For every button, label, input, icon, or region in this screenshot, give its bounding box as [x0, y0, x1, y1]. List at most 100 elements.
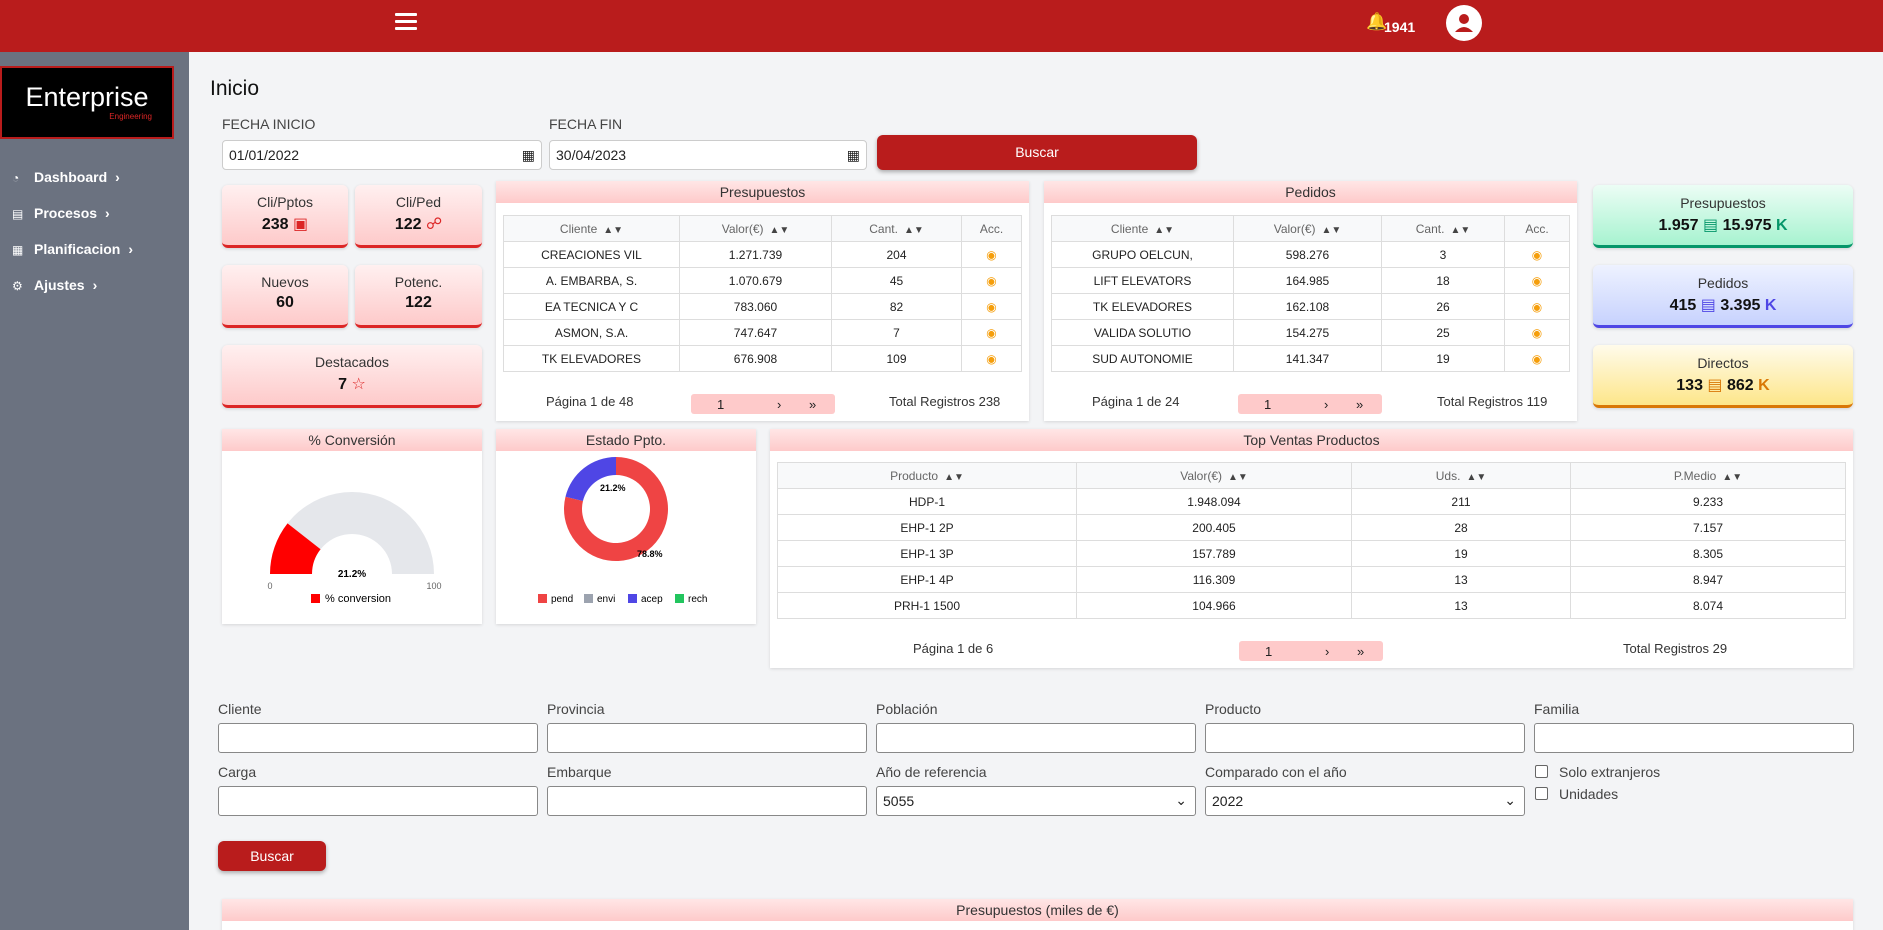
- eye-icon[interactable]: ◉: [1532, 352, 1542, 366]
- column-header[interactable]: P.Medio ▲▼: [1570, 462, 1846, 489]
- user-avatar[interactable]: [1446, 5, 1482, 41]
- presupuestos-table: Cliente ▲▼ Valor(€) ▲▼ Cant. ▲▼ Acc. CREACI…: [503, 215, 1022, 372]
- carga-input[interactable]: [218, 786, 538, 816]
- summary-count: 1.957: [1658, 217, 1699, 234]
- sidebar-item-ajustes[interactable]: ⚙ Ajustes ›: [12, 277, 97, 293]
- column-header[interactable]: Cliente ▲▼: [503, 215, 680, 242]
- sort-icon: ▲▼: [769, 224, 790, 236]
- provincia-label: Provincia: [547, 701, 605, 717]
- anio-referencia-select[interactable]: 5055 ⌄: [876, 786, 1196, 816]
- page-title: Inicio: [210, 77, 260, 100]
- sidebar: Enterprise Engineering ◔ Dashboard › ▤ Proc…: [0, 52, 189, 930]
- total-records: Total Registros 29: [1623, 641, 1728, 656]
- eye-icon[interactable]: ◉: [986, 352, 996, 366]
- estado-donut: 21.2% 78.8% pend envi acep rech: [538, 457, 707, 605]
- calendar-icon[interactable]: ▦: [522, 147, 535, 164]
- column-header[interactable]: Cliente ▲▼: [1051, 215, 1234, 242]
- menu-icon[interactable]: [395, 13, 417, 31]
- cliente-input[interactable]: [218, 723, 538, 753]
- kpi-destacados[interactable]: Destacados 7 ☆: [222, 345, 482, 408]
- legend-swatch-rech[interactable]: [675, 594, 684, 603]
- eye-icon[interactable]: ◉: [1532, 248, 1542, 262]
- kpi-cli-pptos[interactable]: Cli/Pptos 238 ▣: [222, 185, 348, 248]
- calendar-icon[interactable]: ▦: [847, 147, 860, 164]
- eye-icon[interactable]: ◉: [986, 248, 996, 262]
- pager[interactable]: 1 › »: [1238, 394, 1382, 414]
- legend-label-acep[interactable]: acep: [641, 594, 663, 605]
- next-page-icon[interactable]: ›: [777, 397, 781, 412]
- summary-directos[interactable]: Directos 133 ▤ 862 K: [1593, 345, 1853, 408]
- eye-icon[interactable]: ◉: [1532, 326, 1542, 340]
- column-header[interactable]: Uds. ▲▼: [1351, 462, 1571, 489]
- provincia-input[interactable]: [547, 723, 867, 753]
- kpi-potenc[interactable]: Potenc. 122: [355, 265, 482, 328]
- page-number[interactable]: 1: [1265, 644, 1272, 659]
- pend-percent-label: 78.8%: [637, 549, 663, 559]
- unidades-checkbox[interactable]: [1535, 787, 1548, 800]
- start-date-value: 01/01/2022: [229, 147, 300, 163]
- familia-label: Familia: [1534, 701, 1580, 717]
- table-row: EA TECNICA Y C 783.060 82 ◉: [503, 293, 1022, 320]
- poblacion-input[interactable]: [876, 723, 1196, 753]
- kpi-nuevos[interactable]: Nuevos 60: [222, 265, 348, 328]
- page-info: Página 1 de 6: [913, 641, 994, 656]
- column-header[interactable]: Valor(€) ▲▼: [1076, 462, 1352, 489]
- pager[interactable]: 1 › »: [691, 394, 835, 414]
- legend-swatch-pend[interactable]: [538, 594, 547, 603]
- sidebar-item-dashboard[interactable]: ◔ Dashboard ›: [12, 169, 120, 185]
- legend-swatch-acep[interactable]: [628, 594, 637, 603]
- search-form-button[interactable]: Buscar: [218, 841, 326, 871]
- chevron-right-icon: ›: [115, 169, 120, 185]
- familia-input[interactable]: [1534, 723, 1854, 753]
- eye-icon[interactable]: ◉: [1532, 274, 1542, 288]
- table-row: GRUPO OELCUN, 598.276 3 ◉: [1051, 241, 1570, 268]
- column-header[interactable]: Valor(€) ▲▼: [1233, 215, 1382, 242]
- page-number[interactable]: 1: [1264, 397, 1271, 412]
- last-page-icon[interactable]: »: [1356, 397, 1363, 412]
- kpi-value: 122: [405, 294, 432, 311]
- total-records: Total Registros 238: [889, 394, 1001, 409]
- sort-icon: ▲▼: [903, 224, 924, 236]
- legend-swatch-envi[interactable]: [584, 594, 593, 603]
- column-header[interactable]: Cant. ▲▼: [1381, 215, 1505, 242]
- start-date-input[interactable]: 01/01/2022 ▦: [222, 140, 542, 170]
- next-page-icon[interactable]: ›: [1324, 397, 1328, 412]
- cliente-label: Cliente: [218, 701, 262, 717]
- last-page-icon[interactable]: »: [809, 397, 816, 412]
- legend-label-envi[interactable]: envi: [597, 594, 615, 605]
- producto-input[interactable]: [1205, 723, 1525, 753]
- legend-label-pend[interactable]: pend: [551, 594, 573, 605]
- page-info: Página 1 de 24: [1092, 394, 1180, 409]
- embarque-input[interactable]: [547, 786, 867, 816]
- column-header[interactable]: Producto ▲▼: [777, 462, 1077, 489]
- solo-extranjeros-checkbox[interactable]: [1535, 765, 1548, 778]
- comparado-select[interactable]: 2022 ⌄: [1205, 786, 1525, 816]
- legend-label-rech[interactable]: rech: [688, 594, 707, 605]
- end-date-input[interactable]: 30/04/2023 ▦: [549, 140, 867, 170]
- pedidos-table: Cliente ▲▼ Valor(€) ▲▼ Cant. ▲▼ Acc. GRUPO …: [1051, 215, 1570, 372]
- top-ventas-table: Producto ▲▼ Valor(€) ▲▼ Uds. ▲▼ P.Medio ▲▼ H…: [777, 462, 1846, 619]
- pager[interactable]: 1 › »: [1239, 641, 1383, 661]
- chevron-right-icon: ›: [128, 241, 134, 257]
- summary-presupuestos[interactable]: Presupuestos 1.957 ▤ 15.975 K: [1593, 185, 1853, 248]
- eye-icon[interactable]: ◉: [986, 274, 996, 288]
- eye-icon[interactable]: ◉: [1532, 300, 1542, 314]
- logo: Enterprise Engineering: [0, 66, 174, 139]
- eye-icon[interactable]: ◉: [986, 326, 996, 340]
- last-page-icon[interactable]: »: [1357, 644, 1364, 659]
- summary-unit: K: [1758, 377, 1770, 394]
- sidebar-item-planificacion[interactable]: ▦ Planificacion ›: [12, 241, 133, 257]
- sort-icon: ▲▼: [1466, 471, 1487, 483]
- next-page-icon[interactable]: ›: [1325, 644, 1329, 659]
- column-header[interactable]: Valor(€) ▲▼: [679, 215, 832, 242]
- page-number[interactable]: 1: [717, 397, 724, 412]
- table-row: LIFT ELEVATORS 164.985 18 ◉: [1051, 267, 1570, 294]
- eye-icon[interactable]: ◉: [986, 300, 996, 314]
- column-header[interactable]: Cant. ▲▼: [831, 215, 962, 242]
- sidebar-item-procesos[interactable]: ▤ Procesos ›: [12, 205, 110, 221]
- kpi-cli-ped[interactable]: Cli/Ped 122 ☍: [355, 185, 482, 248]
- search-button[interactable]: Buscar: [877, 135, 1197, 170]
- clipboard-icon: ▤: [12, 207, 24, 221]
- summary-pedidos[interactable]: Pedidos 415 ▤ 3.395 K: [1593, 265, 1853, 328]
- conversion-panel: % Conversión 21.2% 0 100 % conversion: [222, 429, 482, 624]
